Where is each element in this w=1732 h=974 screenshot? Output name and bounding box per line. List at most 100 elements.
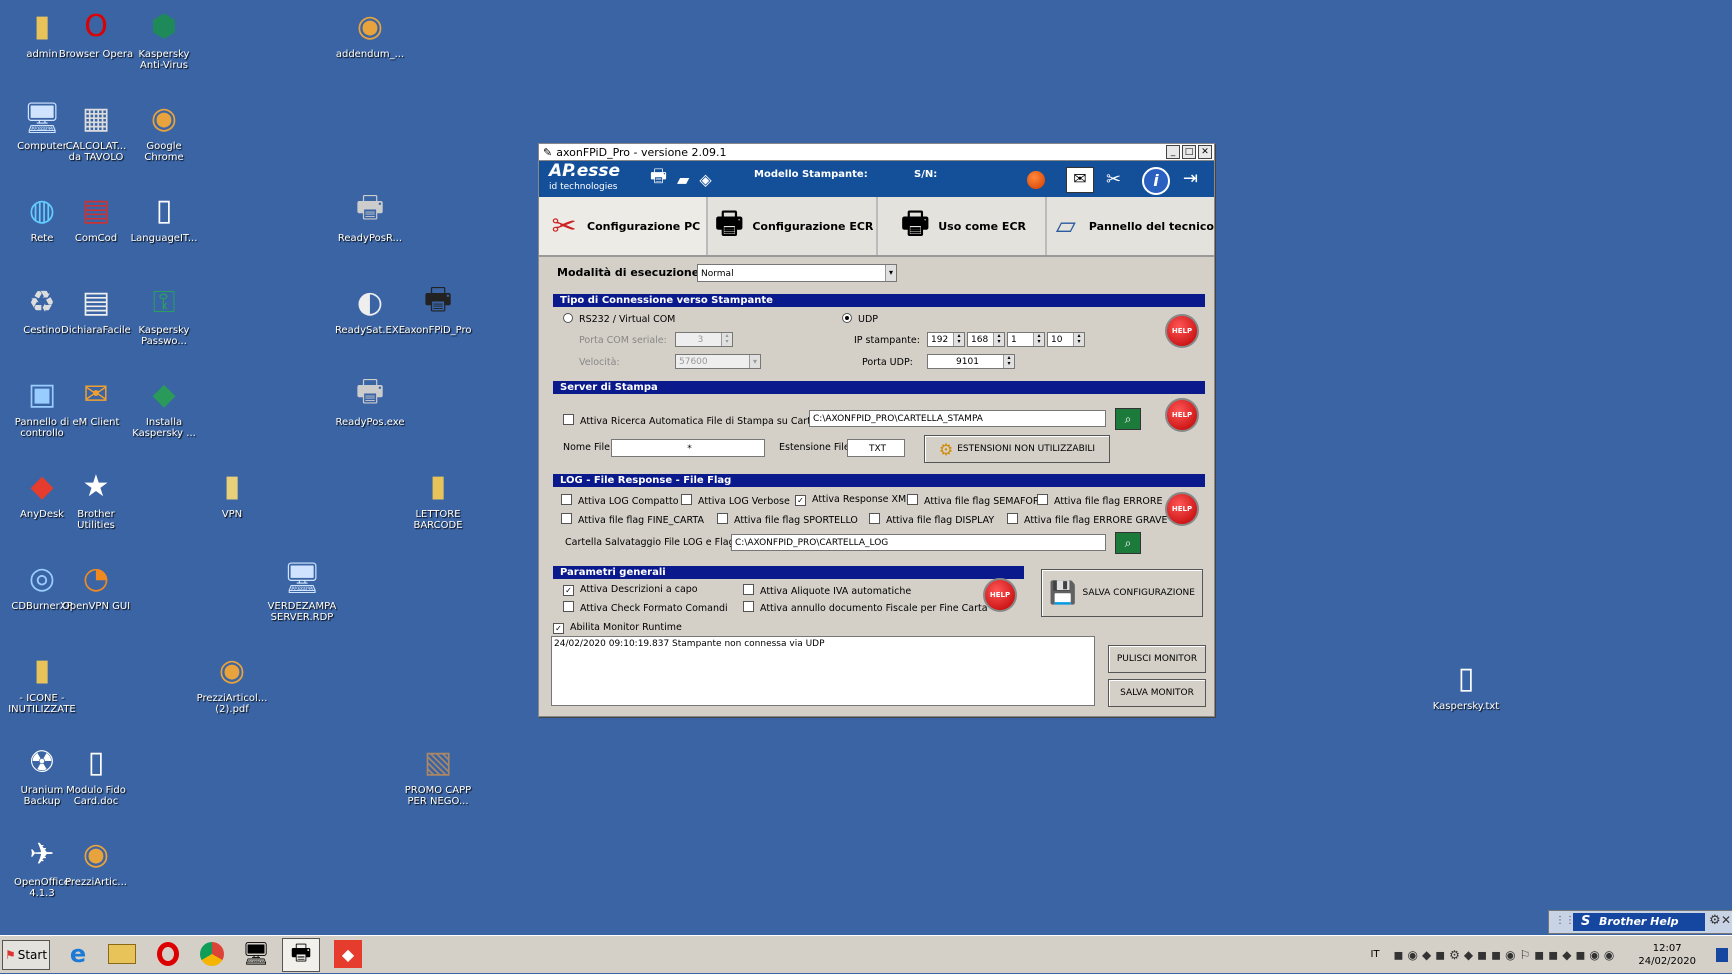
ip-octet-2[interactable]: 168 ▴ ▾ bbox=[967, 332, 1005, 347]
desktop-icon[interactable]: ▤ ComCod bbox=[58, 190, 134, 245]
velocita-select[interactable]: 57600 ▾ bbox=[675, 354, 761, 369]
taskbar-internet-explorer[interactable]: e bbox=[60, 938, 96, 970]
udp-radio[interactable]: UDP bbox=[842, 313, 878, 325]
tab-uso-come-ecr[interactable]: 🖶 Uso come ECR bbox=[878, 197, 1047, 255]
desktop-icon[interactable]: ▯ Modulo Fido Card.doc bbox=[58, 742, 134, 808]
ricerca-checkbox[interactable]: Attiva Ricerca Automatica File di Stampa… bbox=[563, 414, 831, 427]
porta-com-stepper[interactable]: 3 ▴ ▾ bbox=[675, 332, 733, 347]
desktop-icon[interactable]: ✉ eM Client bbox=[58, 374, 134, 429]
maximize-button[interactable]: □ bbox=[1182, 145, 1196, 159]
minimize-button[interactable]: _ bbox=[1166, 145, 1180, 159]
salva-monitor-button[interactable]: SALVA MONITOR bbox=[1108, 679, 1206, 707]
log-option-checkbox[interactable]: Attiva LOG Verbose bbox=[681, 494, 790, 507]
taskbar-rdp[interactable]: 🖥 bbox=[238, 938, 274, 970]
cartella-log-input[interactable]: C:\AXONFPID_PRO\CARTELLA_LOG bbox=[731, 534, 1106, 551]
exit-icon[interactable]: ⇥ bbox=[1183, 168, 1198, 189]
log-option-checkbox[interactable]: ✓ Attiva Response XML bbox=[795, 494, 912, 506]
desktop-icon[interactable]: ▤ DichiaraFacile bbox=[58, 282, 134, 337]
desktop-icon[interactable]: ◔ OpenVPN GUI bbox=[58, 558, 134, 613]
estensioni-button[interactable]: ⚙ ESTENSIONI NON UTILIZZABILI bbox=[924, 435, 1110, 463]
rs232-radio[interactable]: RS232 / Virtual COM bbox=[563, 313, 675, 325]
log-option-checkbox[interactable]: Attiva file flag SEMAFORO bbox=[907, 494, 1047, 507]
porta-udp-stepper[interactable]: 9101 ▴ ▾ bbox=[927, 354, 1015, 369]
log-option-checkbox[interactable]: Attiva file flag SPORTELLO bbox=[717, 513, 858, 526]
brother-close-icon[interactable]: ✕ bbox=[1721, 913, 1731, 927]
tab-configurazione-ecr[interactable]: 🖶 Configurazione ECR bbox=[708, 197, 878, 255]
desktop-icon[interactable]: ◉ addendum_... bbox=[332, 6, 408, 61]
desktop-icon[interactable]: ▮ LETTORE BARCODE bbox=[400, 466, 476, 532]
monitor-checkbox[interactable]: ✓ Abilita Monitor Runtime bbox=[553, 622, 682, 634]
language-indicator[interactable]: IT bbox=[1370, 949, 1379, 960]
desktop-icon[interactable]: ◉ PrezziArticol... (2).pdf bbox=[194, 650, 270, 716]
aliquote-checkbox[interactable]: Attiva Aliquote IVA automatiche bbox=[743, 584, 911, 597]
log-option-checkbox[interactable]: Attiva file flag DISPLAY bbox=[869, 513, 994, 526]
desktop-icon[interactable]: ▧ PROMO CAPP PER NEGO... bbox=[400, 742, 476, 808]
desktop-icon[interactable]: ◆ Installa Kaspersky ... bbox=[126, 374, 202, 440]
tools-icon[interactable]: ✂ bbox=[1106, 169, 1121, 190]
desktop-icon[interactable]: 🖥 VERDEZAMPA SERVER.RDP bbox=[264, 558, 340, 624]
desktop-icon[interactable]: ▯ Kaspersky.txt bbox=[1428, 658, 1504, 713]
help-button-log[interactable]: HELP bbox=[1165, 492, 1199, 526]
folder-browse-icon[interactable]: ⌕ bbox=[1115, 408, 1141, 430]
show-desktop-icon[interactable] bbox=[1716, 947, 1728, 962]
ricerca-path-input[interactable]: C:\AXONFPID_PRO\CARTELLA_STAMPA bbox=[809, 410, 1106, 427]
log-option-checkbox[interactable]: Attiva LOG Compatto bbox=[561, 494, 679, 507]
taskbar-anydesk[interactable]: ◆ bbox=[330, 938, 366, 970]
pulisci-monitor-button[interactable]: PULISCI MONITOR bbox=[1108, 645, 1206, 673]
desktop-icon[interactable]: 🖶 ReadyPosR... bbox=[332, 190, 408, 245]
taskbar-explorer[interactable] bbox=[104, 938, 140, 970]
desktop-icon[interactable]: ◉ Google Chrome bbox=[126, 98, 202, 164]
nome-file-input[interactable]: * bbox=[611, 439, 765, 457]
ip-octet-4[interactable]: 10 ▴ ▾ bbox=[1047, 332, 1085, 347]
desktop-icon[interactable]: 🖶 axonFPiD_Pro bbox=[400, 282, 476, 337]
check-formato-checkbox[interactable]: Attiva Check Formato Comandi bbox=[563, 601, 728, 614]
desktop-icon[interactable]: ▮ - ICONE - INUTILIZZATE bbox=[4, 650, 80, 716]
help-button-parametri[interactable]: HELP bbox=[983, 578, 1017, 612]
ip-octet-3[interactable]: 1 ▴ ▾ bbox=[1007, 332, 1045, 347]
brother-help-button[interactable]: S Brother Help bbox=[1573, 913, 1705, 931]
desktop-icon[interactable]: ▯ LanguageIT... bbox=[126, 190, 202, 245]
udp-radio-dot[interactable] bbox=[842, 313, 852, 323]
desktop-icon[interactable]: ⚿ Kaspersky Passwo... bbox=[126, 282, 202, 348]
section-connessione: Tipo di Connessione verso Stampante bbox=[553, 294, 1205, 307]
log-option-checkbox[interactable]: Attiva file flag ERRORE GRAVE bbox=[1007, 513, 1168, 526]
close-button[interactable]: ✕ bbox=[1198, 145, 1212, 159]
chevron-down-icon[interactable]: ▾ bbox=[885, 265, 896, 281]
help-button-server[interactable]: HELP bbox=[1165, 398, 1199, 432]
taskbar-opera[interactable] bbox=[150, 938, 186, 970]
settings-gear-icon[interactable]: ⚙ bbox=[1709, 913, 1721, 928]
estensione-input[interactable]: TXT bbox=[847, 439, 905, 457]
desktop-icon[interactable]: ◉ PrezziArtic... bbox=[58, 834, 134, 889]
ip-octet-1[interactable]: 192 ▴ ▾ bbox=[927, 332, 965, 347]
desktop-icon[interactable]: ▦ CALCOLAT... da TAVOLO bbox=[58, 98, 134, 164]
document-icon: ▯ bbox=[1457, 660, 1475, 696]
desktop-icon[interactable]: ◐ ReadySat.EXE bbox=[332, 282, 408, 337]
tab-configurazione-pc[interactable]: ✂ Configurazione PC bbox=[539, 197, 709, 255]
printer-small-icon: 🖶 bbox=[650, 166, 667, 187]
help-button-connessione[interactable]: HELP bbox=[1165, 314, 1199, 348]
log-option-checkbox[interactable]: Attiva file flag ERRORE bbox=[1037, 494, 1163, 507]
salva-configurazione-button[interactable]: 💾 SALVA CONFIGURAZIONE bbox=[1041, 569, 1203, 617]
rs232-radio-dot[interactable] bbox=[563, 313, 573, 323]
tab-pannello-tecnico[interactable]: ▱ Pannello del tecnico bbox=[1047, 197, 1214, 255]
desktop-icon[interactable]: 🖶 ReadyPos.exe bbox=[332, 374, 408, 429]
folder-browse-log-icon[interactable]: ⌕ bbox=[1115, 532, 1141, 554]
taskbar-axonfpid[interactable]: 🖶 bbox=[282, 938, 320, 972]
desktop-icon[interactable]: ⬢ Kaspersky Anti-Virus bbox=[126, 6, 202, 72]
info-icon[interactable]: i bbox=[1142, 167, 1170, 195]
desktop-icon[interactable]: ▮ VPN bbox=[194, 466, 270, 521]
log-option-checkbox[interactable]: Attiva file flag FINE_CARTA bbox=[561, 513, 704, 526]
taskbar-chrome[interactable] bbox=[194, 938, 230, 970]
tray-icons[interactable]: ◼◉◆◼⚙◆◼◼◉⚐◼◼◆◼◉◉ bbox=[1394, 948, 1619, 962]
ie-icon: e bbox=[69, 940, 87, 968]
start-button[interactable]: ⚑ Start bbox=[2, 940, 50, 970]
mail-icon[interactable]: ✉ bbox=[1066, 167, 1094, 193]
window-titlebar[interactable]: ✎ axonFPiD_Pro - versione 2.09.1 _ □ ✕ bbox=[539, 144, 1214, 161]
annullo-checkbox[interactable]: Attiva annullo documento Fiscale per Fin… bbox=[743, 601, 988, 614]
desktop-icon[interactable]: ★ Brother Utilities bbox=[58, 466, 134, 532]
desktop-icon[interactable]: O Browser Opera bbox=[58, 6, 134, 61]
descrizioni-checkbox[interactable]: ✓ Attiva Descrizioni a capo bbox=[563, 584, 698, 596]
clock[interactable]: 12:07 24/02/2020 bbox=[1638, 942, 1696, 968]
modalita-select[interactable]: Normal ▾ bbox=[697, 264, 897, 282]
runtime-monitor[interactable]: 24/02/2020 09:10:19.837 Stampante non co… bbox=[551, 636, 1095, 706]
